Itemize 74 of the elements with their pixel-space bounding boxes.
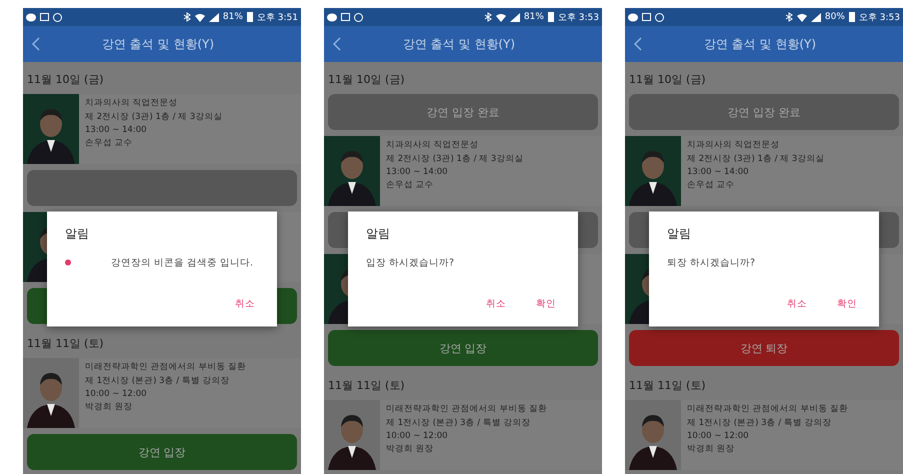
speaker-name: 박경희 원장 <box>687 443 736 455</box>
lecture-title: 치과의사의 직업전문성 <box>85 97 179 109</box>
speaker-name: 손우섭 교수 <box>386 179 435 191</box>
lecture-title: 미래전략과학인 관점에서의 부비동 질환 <box>687 403 848 415</box>
clock: 오후 3:53 <box>558 12 599 24</box>
speaker-name: 박경희 원장 <box>386 443 435 455</box>
attendance-button[interactable]: 강연 입장 <box>328 330 598 366</box>
bluetooth-icon <box>784 12 793 22</box>
dialog-title: 알림 <box>65 225 90 242</box>
lecture-location: 제 1전시장 (본관) 3층 / 특별 강의장 <box>687 417 833 429</box>
battery-icon <box>246 12 253 22</box>
signal-icon <box>810 12 821 22</box>
signal-icon <box>208 12 219 22</box>
date-heading: 11월 10일 (금) <box>327 72 406 88</box>
date-heading: 11월 11일 (토) <box>628 378 707 394</box>
attendance-button[interactable]: 강연 입장 완료 <box>629 94 899 130</box>
signal-icon <box>510 12 520 22</box>
lecture-title: 치과의사의 직업전문성 <box>687 139 781 151</box>
speaker-name: 손우섭 교수 <box>687 179 736 191</box>
wifi-icon <box>796 12 807 22</box>
battery-level: 81% <box>524 12 544 22</box>
lecture-time: 10:00 ~ 12:00 <box>386 431 449 441</box>
screen-title: 강연 출석 및 현황(Y) <box>100 36 216 52</box>
lecture-location: 제 2전시장 (3관) 1층 / 제 3강의실 <box>386 153 524 165</box>
lecture-time: 13:00 ~ 14:00 <box>85 125 148 135</box>
dialog-button[interactable]: 확인 <box>833 293 861 314</box>
battery-icon <box>848 12 855 22</box>
screen-icon <box>341 12 350 22</box>
date-heading: 11월 11일 (토) <box>26 336 105 352</box>
wifi-icon <box>496 12 506 22</box>
date-heading: 11월 10일 (금) <box>628 72 707 88</box>
lecture-location: 제 2전시장 (3관) 1층 / 제 3강의실 <box>85 111 222 123</box>
lecture-location: 제 1전시장 (본관) 3층 / 특별 강의장 <box>386 417 532 429</box>
lecture-location: 제 1전시장 (본관) 3층 / 특별 강의장 <box>85 375 231 387</box>
clock: 오후 3:53 <box>858 12 900 24</box>
attendance-button[interactable]: 강연 입장 <box>27 434 297 470</box>
wifi-icon <box>194 12 205 22</box>
battery-level: 80% <box>824 12 845 22</box>
dialog-message: 퇴장 하시겠습니까? <box>667 256 756 270</box>
lecture-time: 13:00 ~ 14:00 <box>687 167 750 177</box>
dialog-message: 입장 하시겠습니까? <box>366 256 454 270</box>
attendance-button[interactable]: 강연 입장 완료 <box>328 94 598 130</box>
dialog-title: 알림 <box>667 225 692 242</box>
dialog-message: 강연장의 비콘을 검색중 입니다. <box>111 256 254 270</box>
back-icon[interactable] <box>332 37 342 51</box>
screen-icon <box>40 12 49 22</box>
lecture-location: 제 2전시장 (3관) 1층 / 제 3강의실 <box>687 153 824 165</box>
bluetooth-icon <box>182 12 191 22</box>
speaker-name: 박경희 원장 <box>85 401 134 413</box>
back-icon[interactable] <box>633 37 643 51</box>
battery-icon <box>548 12 554 22</box>
screen-icon <box>642 12 651 22</box>
back-icon[interactable] <box>31 37 41 51</box>
dialog-title: 알림 <box>366 225 391 242</box>
dialog-button[interactable]: 확인 <box>532 293 560 314</box>
clock: 오후 3:51 <box>256 12 298 24</box>
lecture-time: 10:00 ~ 12:00 <box>687 431 750 441</box>
screen-title: 강연 출석 및 현황(Y) <box>402 36 516 52</box>
lecture-time: 10:00 ~ 12:00 <box>85 389 148 399</box>
lecture-title: 치과의사의 직업전문성 <box>386 139 480 151</box>
battery-level: 81% <box>222 12 243 22</box>
lecture-title: 미래전략과학인 관점에서의 부비동 질환 <box>386 403 548 415</box>
dialog-button[interactable]: 취소 <box>231 293 259 314</box>
screen-title: 강연 출석 및 현황(Y) <box>702 36 818 52</box>
lecture-time: 13:00 ~ 14:00 <box>386 167 449 177</box>
speaker-name: 손우섭 교수 <box>85 137 134 149</box>
attendance-button[interactable]: 강연 퇴장 <box>629 330 899 366</box>
date-heading: 11월 11일 (토) <box>327 378 406 394</box>
bluetooth-icon <box>484 12 492 22</box>
spinner-icon <box>65 260 71 266</box>
date-heading: 11월 10일 (금) <box>26 72 105 88</box>
lecture-title: 미래전략과학인 관점에서의 부비동 질환 <box>85 361 246 373</box>
dialog-button[interactable]: 취소 <box>482 293 510 314</box>
dialog-button[interactable]: 취소 <box>783 293 811 314</box>
